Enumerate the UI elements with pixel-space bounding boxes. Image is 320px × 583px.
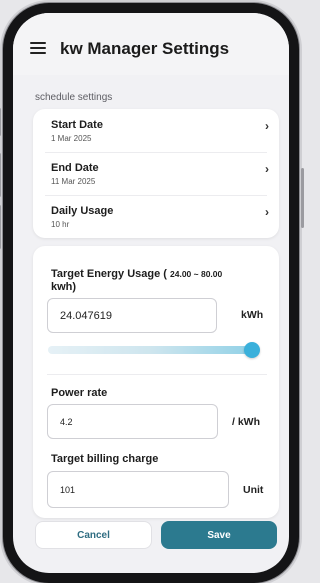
start-date-row[interactable]: Start Date 1 Mar 2025 › bbox=[33, 109, 279, 152]
start-date-label: Start Date bbox=[51, 119, 103, 131]
daily-usage-label: Daily Usage bbox=[51, 205, 114, 217]
billing-charge-label: Target billing charge bbox=[51, 453, 159, 465]
target-energy-input[interactable] bbox=[47, 298, 217, 333]
chevron-right-icon: › bbox=[265, 162, 269, 176]
billing-charge-input[interactable] bbox=[47, 471, 229, 508]
hamburger-menu-icon[interactable] bbox=[30, 42, 46, 54]
energy-range: 24.00 ~ 80.00 bbox=[170, 269, 223, 279]
end-date-row[interactable]: End Date 11 Mar 2025 › bbox=[33, 152, 279, 195]
divider bbox=[47, 374, 267, 375]
end-date-value: 11 Mar 2025 bbox=[51, 177, 96, 186]
start-date-value: 1 Mar 2025 bbox=[51, 134, 92, 143]
side-button bbox=[0, 205, 1, 249]
daily-usage-row[interactable]: Daily Usage 10 hr › bbox=[33, 195, 279, 238]
schedule-card: Start Date 1 Mar 2025 › End Date 11 Mar … bbox=[33, 109, 279, 238]
chevron-right-icon: › bbox=[265, 205, 269, 219]
page-title: kw Manager Settings bbox=[60, 39, 230, 58]
energy-slider[interactable] bbox=[48, 342, 260, 358]
side-button bbox=[0, 108, 1, 136]
power-rate-label: Power rate bbox=[51, 387, 108, 399]
billing-unit: Unit bbox=[243, 484, 264, 496]
app-screen: kw Manager Settings schedule settings St… bbox=[13, 13, 289, 573]
chevron-right-icon: › bbox=[265, 119, 269, 133]
energy-unit-line: kwh) bbox=[51, 281, 77, 293]
target-energy-label: Target Energy Usage ( 24.00 ~ 80.00 kwh) bbox=[51, 268, 223, 293]
section-label: schedule settings bbox=[35, 92, 113, 103]
daily-usage-value: 10 hr bbox=[51, 220, 70, 229]
save-button[interactable]: Save bbox=[161, 521, 277, 549]
slider-thumb[interactable] bbox=[244, 342, 260, 358]
cancel-button[interactable]: Cancel bbox=[35, 521, 152, 549]
end-date-label: End Date bbox=[51, 162, 99, 174]
side-button bbox=[0, 153, 1, 197]
power-rate-input[interactable] bbox=[47, 404, 218, 439]
power-rate-unit: / kWh bbox=[232, 416, 260, 428]
energy-unit: kWh bbox=[241, 309, 264, 321]
side-button bbox=[301, 168, 304, 228]
